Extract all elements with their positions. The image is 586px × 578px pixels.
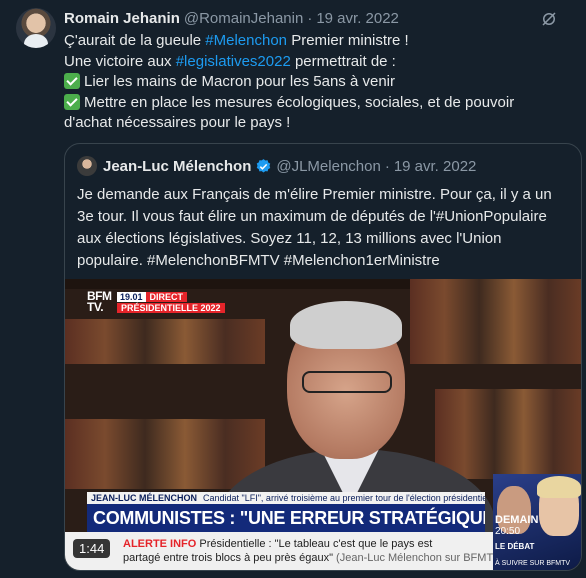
ticker-line2: partagé entre trois blocs à peu près éga… xyxy=(123,552,333,564)
hashtag-legislatives[interactable]: #legislatives2022 xyxy=(176,53,291,70)
logo-line2: TV. xyxy=(87,300,104,314)
tweet-line2-prefix: Une victoire aux xyxy=(64,52,176,70)
bfmtv-logo: BFM TV. xyxy=(87,290,112,314)
debate-promo: DEMAIN 20:50 LE DÉBAT À SUIVRE SUR BFMTV xyxy=(493,474,581,570)
tweet-point1: Lier les mains de Macron pour les 5ans à… xyxy=(84,73,395,90)
ticker-label: ALERTE INFO xyxy=(123,538,197,550)
tweet-line1-suffix: Premier ministre ! xyxy=(287,32,409,49)
speaker-caption-bar: JEAN-LUC MÉLENCHON Candidat "LFI", arrivé… xyxy=(87,492,485,504)
news-ticker: ALERTE INFO Présidentielle : "Le tableau… xyxy=(65,532,493,570)
bookshelf-row xyxy=(410,279,581,364)
promo-subtitle: À SUIVRE SUR BFMTV xyxy=(495,560,571,567)
separator-dot: · xyxy=(307,9,313,27)
tweet-header: Romain Jehanin @RomainJehanin · 19 avr. … xyxy=(64,8,399,28)
bookshelf-row xyxy=(65,319,265,364)
show-label: PRÉSIDENTIELLE 2022 xyxy=(117,303,225,313)
tweet-line1-prefix: Ç'aurait de la gueule xyxy=(64,32,206,49)
quote-date[interactable]: 19 avr. 2022 xyxy=(394,158,477,175)
quote-author-name[interactable]: Jean-Luc Mélenchon xyxy=(103,158,251,175)
tweet-text: Ç'aurait de la gueule #Melenchon Premier… xyxy=(64,31,564,134)
author-handle[interactable]: @RomainJehanin xyxy=(184,10,303,27)
tweet-point2: Mettre en place les mesures écologiques,… xyxy=(64,93,519,132)
quote-header: Jean-Luc Mélenchon @JLMelenchon · 19 avr… xyxy=(77,156,476,176)
promo-title: LE DÉBAT xyxy=(495,542,535,551)
speaker-name: JEAN-LUC MÉLENCHON xyxy=(91,493,198,503)
speaker-caption: Candidat "LFI", arrivé troisième au prem… xyxy=(203,493,485,503)
quote-author-handle[interactable]: @JLMelenchon xyxy=(276,158,380,175)
video-duration: 1:44 xyxy=(73,539,111,558)
headline-banner: COMMUNISTES : "UNE ERREUR STRATÉGIQUE DE… xyxy=(87,504,485,532)
ticker-line1: Présidentielle : "Le tableau c'est que l… xyxy=(199,538,433,550)
hashtag-melenchon[interactable]: #Melenchon xyxy=(205,32,287,49)
separator-dot: · xyxy=(384,157,390,175)
author-avatar[interactable] xyxy=(16,8,56,48)
author-name[interactable]: Romain Jehanin xyxy=(64,10,180,27)
speaker-hair xyxy=(290,301,402,349)
time-label: 19.01 xyxy=(117,292,146,302)
broadcast-time: 19.01 DIRECT xyxy=(117,292,188,302)
live-label: DIRECT xyxy=(145,292,188,302)
verified-badge-icon xyxy=(257,158,271,173)
quoted-tweet[interactable]: Jean-Luc Mélenchon @JLMelenchon · 19 avr… xyxy=(64,143,582,571)
ticker-source: (Jean-Luc Mélenchon sur BFMTV) xyxy=(336,552,493,564)
mute-icon[interactable] xyxy=(540,10,558,28)
promo-day: DEMAIN xyxy=(495,514,539,526)
speaker-glasses xyxy=(302,371,392,393)
quote-avatar[interactable] xyxy=(77,156,97,176)
quote-text: Je demande aux Français de m'élire Premi… xyxy=(77,186,552,269)
tweet-date[interactable]: 19 avr. 2022 xyxy=(316,10,399,27)
check-mark-icon xyxy=(64,93,80,110)
bookshelf-row xyxy=(65,419,265,489)
promo-time: 20:50 xyxy=(495,526,521,537)
tweet-line2-suffix: permettrait de : xyxy=(290,52,396,70)
bookshelf-row xyxy=(435,389,581,479)
video-player[interactable]: BFM TV. 19.01 DIRECT PRÉSIDENTIELLE 2022 … xyxy=(65,279,581,570)
check-mark-icon xyxy=(64,73,80,89)
promo-person-right xyxy=(537,476,581,536)
